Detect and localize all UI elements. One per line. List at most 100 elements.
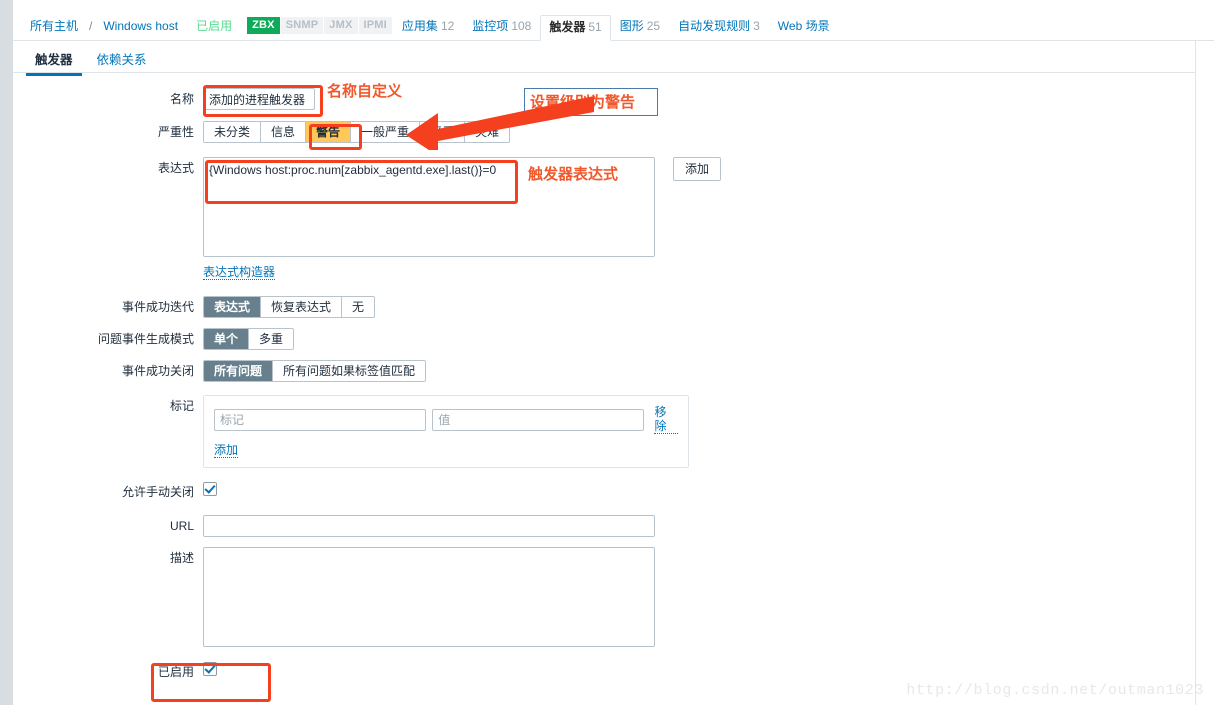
tag-key-input[interactable] bbox=[214, 408, 427, 431]
form-row-enabled: 已启用 bbox=[13, 661, 1196, 683]
tab-dependencies[interactable]: 依赖关系 bbox=[85, 41, 159, 75]
tag-value-input[interactable] bbox=[432, 408, 645, 431]
breadcrumb-all-hosts[interactable]: 所有主机 bbox=[21, 19, 87, 40]
tag-remove-link[interactable]: 移除 bbox=[654, 405, 678, 434]
severity-segmented-control: 未分类 信息 警告 一般严重 严重 灾难 bbox=[203, 121, 511, 143]
tags-box: 移除 添加 bbox=[203, 395, 689, 468]
severity-option-not-classified[interactable]: 未分类 bbox=[204, 122, 261, 142]
ok-event-option-none[interactable]: 无 bbox=[341, 297, 375, 317]
severity-option-average[interactable]: 一般严重 bbox=[350, 122, 420, 142]
name-label: 名称 bbox=[169, 92, 194, 106]
url-field-wrap bbox=[203, 515, 1196, 537]
problem-event-field-wrap: 单个 多重 bbox=[203, 328, 1196, 350]
watermark-text: http://blog.csdn.net/outman1023 bbox=[906, 682, 1204, 699]
close-event-option-all-problems[interactable]: 所有问题 bbox=[204, 361, 273, 381]
app-root: 所有主机 / Windows host 已启用 ZBX SNMP JMX IPM… bbox=[0, 0, 1214, 705]
badge-ipmi[interactable]: IPMI bbox=[358, 17, 392, 34]
close-event-label: 事件成功关闭 bbox=[121, 364, 194, 378]
badge-snmp[interactable]: SNMP bbox=[280, 17, 324, 34]
form-row-severity: 严重性 未分类 信息 警告 一般严重 严重 灾难 bbox=[13, 121, 1196, 143]
manual-close-checkbox[interactable] bbox=[203, 481, 217, 496]
breadcrumb-separator: / bbox=[89, 19, 93, 33]
host-nav-graphs-count: 25 bbox=[646, 19, 661, 33]
url-label: URL bbox=[169, 519, 194, 533]
ok-event-field-wrap: 表达式 恢复表达式 无 bbox=[203, 296, 1196, 318]
host-nav-web-scenarios[interactable]: Web 场景 bbox=[769, 19, 839, 40]
expression-label: 表达式 bbox=[157, 161, 194, 175]
ok-event-segmented-control: 表达式 恢复表达式 无 bbox=[203, 296, 376, 318]
ok-event-option-expression[interactable]: 表达式 bbox=[204, 297, 261, 317]
host-nav-discovery-rules-label: 自动发现规则 bbox=[678, 19, 751, 33]
manual-close-field-wrap bbox=[203, 481, 1196, 496]
tags-label: 标记 bbox=[169, 399, 194, 413]
enabled-field-wrap bbox=[203, 661, 1196, 676]
host-nav-discovery-rules-count: 3 bbox=[753, 19, 760, 33]
expression-add-button[interactable]: 添加 bbox=[673, 157, 722, 181]
form-row-close-event: 事件成功关闭 所有问题 所有问题如果标签值匹配 bbox=[13, 360, 1196, 382]
close-event-segmented-control: 所有问题 所有问题如果标签值匹配 bbox=[203, 360, 427, 382]
badge-jmx[interactable]: JMX bbox=[324, 17, 358, 34]
form-row-description: 描述 bbox=[13, 547, 1196, 650]
severity-option-information[interactable]: 信息 bbox=[260, 122, 306, 142]
badge-zbx[interactable]: ZBX bbox=[247, 17, 280, 34]
content-panel: 触发器 依赖关系 名称 严重性 未分类 信息 bbox=[13, 41, 1196, 705]
name-field-wrap bbox=[203, 88, 1196, 110]
description-textarea[interactable] bbox=[203, 547, 655, 647]
host-status-label[interactable]: 已启用 bbox=[187, 19, 241, 40]
manual-close-label: 允许手动关闭 bbox=[121, 485, 194, 499]
form-row-problem-event: 问题事件生成模式 单个 多重 bbox=[13, 328, 1196, 350]
left-sidebar-rail bbox=[0, 0, 13, 705]
name-input[interactable] bbox=[203, 88, 315, 110]
tab-triggers[interactable]: 触发器 bbox=[23, 41, 85, 76]
problem-event-option-multiple[interactable]: 多重 bbox=[248, 329, 294, 349]
severity-field-wrap: 未分类 信息 警告 一般严重 严重 灾难 bbox=[203, 121, 1196, 143]
problem-event-label: 问题事件生成模式 bbox=[97, 332, 194, 346]
form-row-ok-event: 事件成功迭代 表达式 恢复表达式 无 bbox=[13, 296, 1196, 318]
host-nav-discovery-rules[interactable]: 自动发现规则 3 bbox=[669, 19, 769, 40]
description-field-wrap bbox=[203, 547, 1196, 650]
host-nav-web-scenarios-label: Web 场景 bbox=[777, 19, 830, 33]
tab-bar: 触发器 依赖关系 bbox=[13, 41, 1195, 76]
description-label: 描述 bbox=[169, 551, 194, 565]
severity-label: 严重性 bbox=[157, 125, 194, 139]
problem-event-segmented-control: 单个 多重 bbox=[203, 328, 295, 350]
form-row-url: URL bbox=[13, 515, 1196, 537]
form-row-tags: 标记 移除 添加 bbox=[13, 395, 1196, 468]
host-nav-graphs-label: 图形 bbox=[619, 19, 644, 33]
form-row-manual-close: 允许手动关闭 bbox=[13, 481, 1196, 503]
ok-event-label: 事件成功迭代 bbox=[121, 300, 194, 314]
host-nav-items[interactable]: 监控项 108 bbox=[463, 19, 540, 40]
host-nav-triggers[interactable]: 触发器 51 bbox=[540, 15, 611, 41]
expression-field-wrap: 添加 表达式构造器 bbox=[203, 157, 1196, 280]
host-nav-applications[interactable]: 应用集 12 bbox=[393, 19, 463, 40]
close-event-field-wrap: 所有问题 所有问题如果标签值匹配 bbox=[203, 360, 1196, 382]
expression-constructor-link[interactable]: 表达式构造器 bbox=[203, 265, 276, 280]
ok-event-option-recovery-expression[interactable]: 恢复表达式 bbox=[260, 297, 342, 317]
host-interface-badges: ZBX SNMP JMX IPMI bbox=[247, 17, 393, 40]
host-navigation-bar: 所有主机 / Windows host 已启用 ZBX SNMP JMX IPM… bbox=[13, 0, 1214, 41]
trigger-form: 名称 严重性 未分类 信息 警告 一般严重 严重 bbox=[13, 74, 1196, 692]
url-input[interactable] bbox=[203, 515, 655, 537]
tag-add-link[interactable]: 添加 bbox=[214, 443, 239, 458]
severity-option-high[interactable]: 严重 bbox=[419, 122, 465, 142]
host-nav-triggers-label: 触发器 bbox=[549, 20, 586, 34]
tags-field-wrap: 移除 添加 bbox=[203, 395, 1196, 468]
tag-row: 移除 bbox=[214, 405, 678, 434]
enabled-label: 已启用 bbox=[157, 665, 194, 679]
host-nav-items-count: 108 bbox=[511, 19, 532, 33]
host-nav-applications-label: 应用集 bbox=[401, 19, 438, 33]
expression-textarea[interactable] bbox=[203, 157, 655, 257]
host-nav-items-label: 监控项 bbox=[472, 19, 509, 33]
breadcrumb-host-name[interactable]: Windows host bbox=[94, 19, 187, 40]
problem-event-option-single[interactable]: 单个 bbox=[204, 329, 249, 349]
page-canvas: 所有主机 / Windows host 已启用 ZBX SNMP JMX IPM… bbox=[13, 0, 1214, 705]
severity-option-disaster[interactable]: 灾难 bbox=[464, 122, 510, 142]
close-event-option-tag-match[interactable]: 所有问题如果标签值匹配 bbox=[272, 361, 426, 381]
host-nav-triggers-count: 51 bbox=[588, 20, 602, 34]
host-nav-graphs[interactable]: 图形 25 bbox=[611, 19, 669, 40]
severity-option-warning[interactable]: 警告 bbox=[305, 122, 351, 142]
host-nav-applications-count: 12 bbox=[440, 19, 455, 33]
form-row-name: 名称 bbox=[13, 88, 1196, 110]
form-row-expression: 表达式 添加 表达式构造器 bbox=[13, 157, 1196, 280]
enabled-checkbox[interactable] bbox=[203, 661, 217, 676]
